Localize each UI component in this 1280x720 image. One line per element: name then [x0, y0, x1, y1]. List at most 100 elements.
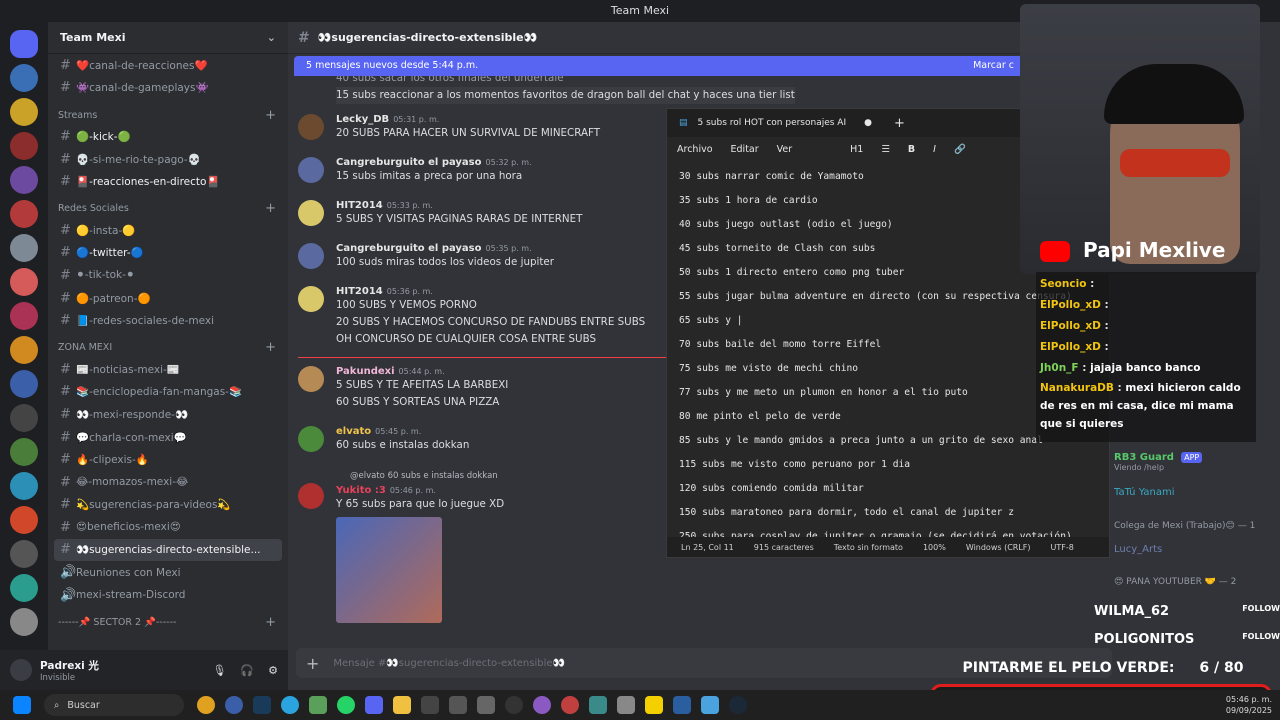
plus-icon[interactable]: +	[265, 615, 276, 630]
channel-item[interactable]: # 😂-momazos-mexi-😂	[48, 471, 288, 494]
link-icon[interactable]: 🔗	[954, 144, 966, 155]
steam-icon[interactable]	[729, 696, 747, 714]
folder-icon[interactable]	[393, 696, 411, 714]
category-header[interactable]: Streams +	[48, 105, 288, 125]
plus-icon[interactable]: +	[306, 654, 319, 673]
category-header[interactable]: ------📌 SECTOR 2 📌------ +	[48, 612, 288, 632]
channel-item-active[interactable]: # 👀sugerencias-directo-extensible...	[54, 538, 282, 562]
avatar[interactable]	[298, 366, 324, 392]
message-author[interactable]: HIT2014	[336, 200, 383, 211]
voice-channel-item[interactable]: 🔊 Reuniones con Mexi	[48, 561, 288, 584]
server-icon[interactable]	[10, 574, 38, 602]
server-icon[interactable]	[10, 132, 38, 160]
server-icon[interactable]	[10, 234, 38, 262]
category-header[interactable]: Redes Sociales +	[48, 199, 288, 219]
discord-home-icon[interactable]	[10, 30, 38, 58]
channel-item[interactable]: # 🎴-reacciones-en-directo🎴	[48, 170, 288, 193]
channel-item[interactable]: # 📚-enciclopedia-fan-mangas-📚	[48, 381, 288, 404]
app-icon[interactable]	[477, 696, 495, 714]
server-icon[interactable]	[10, 438, 38, 466]
message-author[interactable]: Pakundexi	[336, 366, 395, 377]
server-icon[interactable]	[10, 200, 38, 228]
server-icon[interactable]	[10, 166, 38, 194]
app-icon[interactable]	[449, 696, 467, 714]
discord-icon[interactable]	[365, 696, 383, 714]
channel-item[interactable]: # 👀-mexi-responde-👀	[48, 403, 288, 426]
app-icon[interactable]	[309, 696, 327, 714]
channel-item[interactable]: # 💬charla-con-mexi💬	[48, 426, 288, 449]
whatsapp-icon[interactable]	[337, 696, 355, 714]
sticky-notes-icon[interactable]	[645, 696, 663, 714]
plus-icon[interactable]: +	[265, 201, 276, 216]
server-icon[interactable]	[10, 302, 38, 330]
server-list[interactable]	[0, 22, 48, 690]
server-icon[interactable]	[10, 64, 38, 92]
guild-header[interactable]: Team Mexi ⌄	[48, 22, 288, 54]
member-item[interactable]: Lucy_Arts	[1114, 544, 1162, 555]
message-author[interactable]: Cangreburguito el payaso	[336, 157, 482, 168]
voice-channel-item[interactable]: 🔊 mexi-stream-Discord	[48, 584, 288, 607]
windows-start-icon[interactable]	[13, 696, 31, 714]
microphone-icon[interactable]: 🎙	[212, 664, 226, 677]
avatar[interactable]	[298, 243, 324, 269]
app-icon[interactable]	[617, 696, 635, 714]
taskbar-clock[interactable]: 05:46 p. m. 09/09/2025	[1226, 694, 1272, 716]
menu-archivo[interactable]: Archivo	[677, 144, 713, 155]
avatar[interactable]	[298, 200, 324, 226]
app-icon[interactable]	[561, 696, 579, 714]
avatar[interactable]	[298, 286, 324, 312]
gear-icon[interactable]: ⚙	[268, 664, 278, 677]
channel-item[interactable]: # 🟡-insta-🟡	[48, 219, 288, 242]
channel-item[interactable]: # 💫sugerencias-para-videos💫	[48, 494, 288, 517]
avatar[interactable]	[298, 426, 324, 452]
channel-item[interactable]: # ⚫-tik-tok-⚫	[48, 264, 288, 287]
app-icon[interactable]	[589, 696, 607, 714]
avatar[interactable]	[10, 659, 32, 681]
heading-icon[interactable]: H1	[850, 144, 863, 155]
server-icon[interactable]	[10, 336, 38, 364]
avatar[interactable]	[298, 114, 324, 140]
photoshop-icon[interactable]	[253, 696, 271, 714]
headphones-icon[interactable]: 🎧	[240, 664, 254, 677]
channel-item[interactable]: # 📘-redes-sociales-de-mexi	[48, 309, 288, 332]
plus-icon[interactable]: +	[265, 340, 276, 355]
channel-item[interactable]: # 🔵-twitter-🔵	[48, 242, 288, 265]
channel-item[interactable]: # 👾canal-de-gameplays👾	[48, 77, 288, 100]
channel-item[interactable]: # 😍beneficios-mexi😍	[48, 516, 288, 539]
bold-icon[interactable]: B	[908, 144, 915, 155]
server-icon[interactable]	[10, 506, 38, 534]
server-icon[interactable]	[10, 370, 38, 398]
message-author[interactable]: elvato	[336, 426, 371, 437]
member-item[interactable]: TaTú Yanami	[1114, 487, 1175, 498]
chevron-down-icon[interactable]: ⌄	[267, 31, 276, 44]
channel-item[interactable]: # ❤️canal-de-reacciones❤️	[48, 54, 288, 77]
server-icon[interactable]	[10, 98, 38, 126]
channel-item[interactable]: # 🟠-patreon-🟠	[48, 287, 288, 310]
new-tab-button[interactable]: +	[894, 116, 905, 131]
category-header[interactable]: ZONA MEXI +	[48, 338, 288, 358]
app-icon[interactable]	[421, 696, 439, 714]
attached-image[interactable]	[336, 517, 442, 623]
channel-item[interactable]: # 💀-si-me-rio-te-pago-💀	[48, 148, 288, 171]
plus-icon[interactable]: +	[265, 108, 276, 123]
avatar[interactable]	[298, 157, 324, 183]
reply-preview[interactable]: @elvato 60 subs e instalas dokkan	[350, 468, 688, 485]
app-icon[interactable]	[673, 696, 691, 714]
channel-item[interactable]: # 🔥-clipexis-🔥	[48, 448, 288, 471]
mark-read-button[interactable]: Marcar c	[973, 56, 1014, 76]
server-icon[interactable]	[10, 268, 38, 296]
message-author[interactable]: Lecky_DB	[336, 114, 389, 125]
app-icon[interactable]	[533, 696, 551, 714]
message-author[interactable]: HIT2014	[336, 286, 383, 297]
avatar[interactable]	[298, 483, 324, 509]
telegram-icon[interactable]	[281, 696, 299, 714]
taskbar-search[interactable]: ⌕ Buscar	[44, 694, 184, 716]
chrome-icon[interactable]	[197, 696, 215, 714]
message-author[interactable]: Cangreburguito el payaso	[336, 243, 482, 254]
new-messages-banner[interactable]: 5 mensajes nuevos desde 5:44 p.m. Marcar…	[294, 56, 1024, 76]
menu-editar[interactable]: Editar	[731, 144, 759, 155]
menu-ver[interactable]: Ver	[777, 144, 793, 155]
server-icon[interactable]	[10, 404, 38, 432]
server-icon[interactable]	[10, 540, 38, 568]
vivaldi-icon[interactable]	[225, 696, 243, 714]
